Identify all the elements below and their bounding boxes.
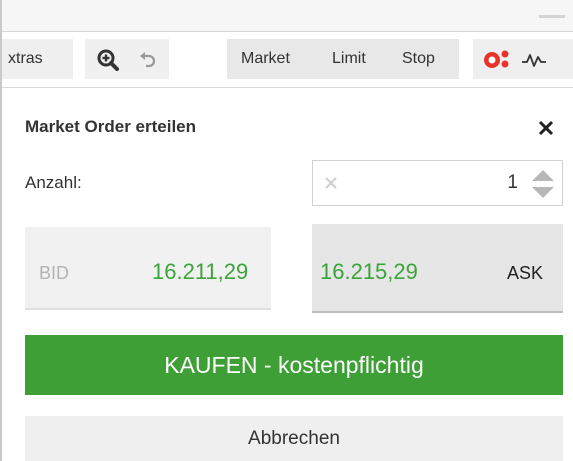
tab-limit[interactable]: Limit <box>332 39 366 79</box>
bid-label: BID <box>39 263 70 283</box>
cancel-button-label: Abbrechen <box>248 427 340 449</box>
cancel-button[interactable]: Abbrechen <box>25 416 563 461</box>
top-bar <box>2 0 573 32</box>
panel-title: Market Order erteilen <box>25 117 197 136</box>
toolbar: xtras Market Limit Stop <box>2 32 573 88</box>
indicator-group <box>473 39 573 79</box>
quantity-value: 1 <box>507 172 518 193</box>
close-icon[interactable] <box>534 116 558 140</box>
undo-icon[interactable] <box>137 50 157 70</box>
ask-price: 16.215,29 <box>320 259 418 284</box>
tab-market[interactable]: Market <box>241 39 290 79</box>
stepper-icon[interactable] <box>528 167 558 201</box>
order-window: xtras Market Limit Stop Market Order ert… <box>0 0 573 461</box>
buy-button-label: KAUFEN - kostenpflichtig <box>164 351 424 378</box>
extras-button[interactable]: xtras <box>2 39 73 79</box>
indicator-icon[interactable] <box>483 49 511 71</box>
extras-label: xtras <box>8 50 43 67</box>
quantity-label: Anzahl: <box>25 173 82 192</box>
ask-button[interactable]: 16.215,29 ASK <box>312 224 563 313</box>
zoom-undo-group <box>85 39 169 79</box>
zoom-in-icon[interactable] <box>97 49 119 71</box>
tab-market-label: Market <box>241 50 290 67</box>
ask-label: ASK <box>507 263 544 283</box>
chart-line-icon[interactable] <box>521 51 547 69</box>
tab-stop[interactable]: Stop <box>402 39 435 79</box>
bid-button[interactable]: BID 16.211,29 <box>25 227 271 310</box>
clear-icon[interactable] <box>323 175 339 191</box>
drag-handle[interactable] <box>539 15 565 18</box>
buy-button[interactable]: KAUFEN - kostenpflichtig <box>25 335 563 395</box>
quantity-input[interactable]: 1 <box>312 160 563 206</box>
tab-stop-label: Stop <box>402 50 435 67</box>
bid-price: 16.211,29 <box>152 259 249 284</box>
tab-limit-label: Limit <box>332 50 366 67</box>
